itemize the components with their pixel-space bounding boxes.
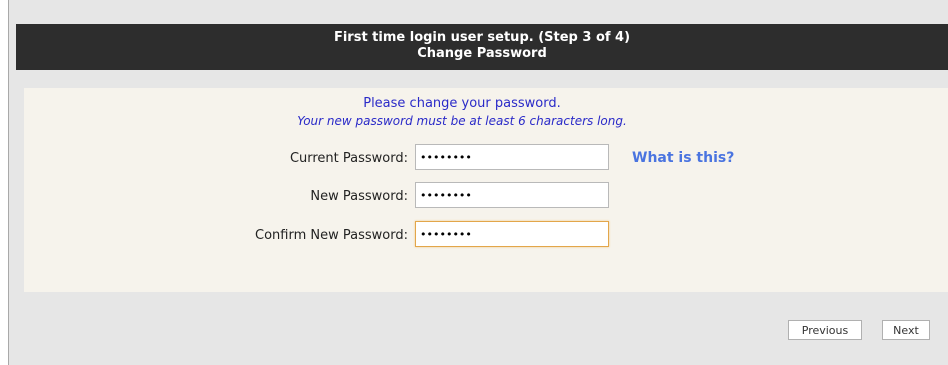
previous-button[interactable]: Previous xyxy=(788,320,862,340)
confirm-password-label: Confirm New Password: xyxy=(255,228,408,243)
header-step-title: First time login user setup. (Step 3 of … xyxy=(333,30,631,45)
new-password-label: New Password: xyxy=(310,189,408,204)
what-is-this-link[interactable]: What is this? xyxy=(632,150,734,166)
confirm-password-field[interactable] xyxy=(415,221,609,247)
intro-hint: Your new password must be at least 6 cha… xyxy=(297,114,627,128)
header-page-title: Change Password xyxy=(417,46,547,61)
current-password-label: Current Password: xyxy=(289,151,408,166)
intro-message: Please change your password. xyxy=(363,96,561,111)
current-password-field[interactable] xyxy=(415,144,609,170)
setup-header: First time login user setup. (Step 3 of … xyxy=(16,24,948,70)
new-password-field[interactable] xyxy=(415,182,609,208)
next-button[interactable]: Next xyxy=(882,320,930,340)
